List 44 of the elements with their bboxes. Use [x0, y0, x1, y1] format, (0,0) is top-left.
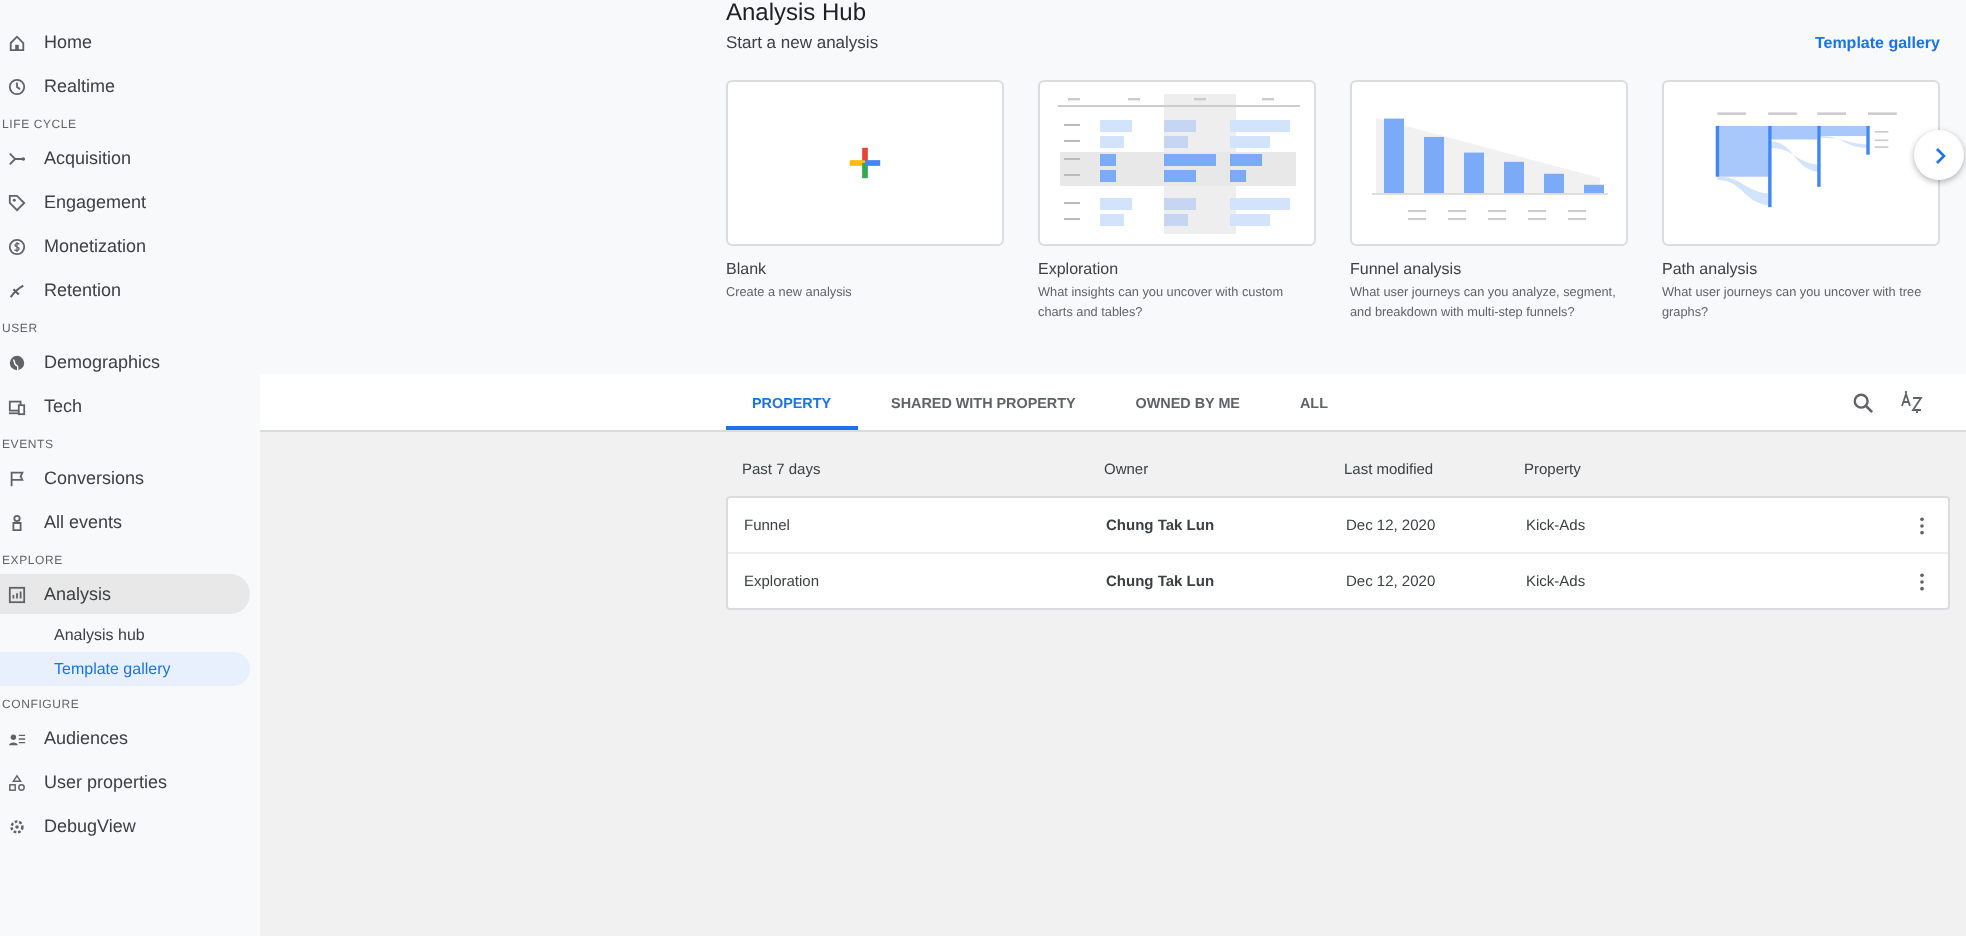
home-icon	[8, 33, 26, 51]
gear-icon	[8, 817, 26, 835]
next-button[interactable]	[1914, 130, 1964, 180]
template-card[interactable]	[1662, 80, 1940, 246]
nav-item[interactable]: Home	[0, 22, 250, 62]
search-icon[interactable]	[1852, 391, 1874, 413]
template-title: Exploration	[1038, 260, 1121, 278]
nav-item[interactable]: Acquisition	[0, 138, 250, 178]
template-gallery-link[interactable]: Template gallery	[1814, 33, 1940, 51]
nav-item[interactable]: Demographics	[0, 342, 250, 382]
nav-item[interactable]: Engagement	[0, 182, 250, 222]
template-title: Funnel analysis	[1350, 260, 1464, 278]
dollar-icon	[8, 237, 26, 255]
nav-item[interactable]: Tech	[0, 386, 250, 426]
sort-icon[interactable]	[1900, 390, 1924, 414]
nav-item[interactable]: Retention	[0, 270, 250, 310]
branch-icon	[8, 149, 26, 167]
template-title: Blank	[726, 260, 769, 278]
chart-icon	[8, 585, 26, 603]
plus-icon	[846, 144, 884, 182]
clock-icon	[8, 77, 26, 95]
nav-item[interactable]: Audiences	[0, 718, 250, 758]
nav-item[interactable]: DebugView	[0, 806, 250, 846]
shapes-icon	[8, 773, 26, 791]
nav-item[interactable]: User properties	[0, 762, 250, 802]
nav-item[interactable]: Monetization	[0, 226, 250, 266]
nav-subitem[interactable]: Analysis hub	[0, 618, 250, 652]
nav-item[interactable]: Analysis	[0, 574, 250, 614]
template-card[interactable]	[726, 80, 1004, 246]
page-title: Analysis Hub	[726, 0, 869, 24]
touch-icon	[8, 513, 26, 531]
section-subtitle: Start a new analysis	[726, 32, 879, 52]
devices-icon	[8, 397, 26, 415]
nav-item[interactable]: Realtime	[0, 66, 250, 106]
more-icon[interactable]	[1918, 571, 1926, 591]
template-title: Path analysis	[1662, 260, 1760, 278]
tag-icon	[8, 193, 26, 211]
nav-item[interactable]: All events	[0, 502, 250, 542]
more-icon[interactable]	[1918, 515, 1926, 535]
people-icon	[8, 729, 26, 747]
nav-item[interactable]: Conversions	[0, 458, 250, 498]
globe-icon	[8, 353, 26, 371]
nav-subitem[interactable]: Template gallery	[0, 652, 250, 686]
flag-icon	[8, 469, 26, 487]
